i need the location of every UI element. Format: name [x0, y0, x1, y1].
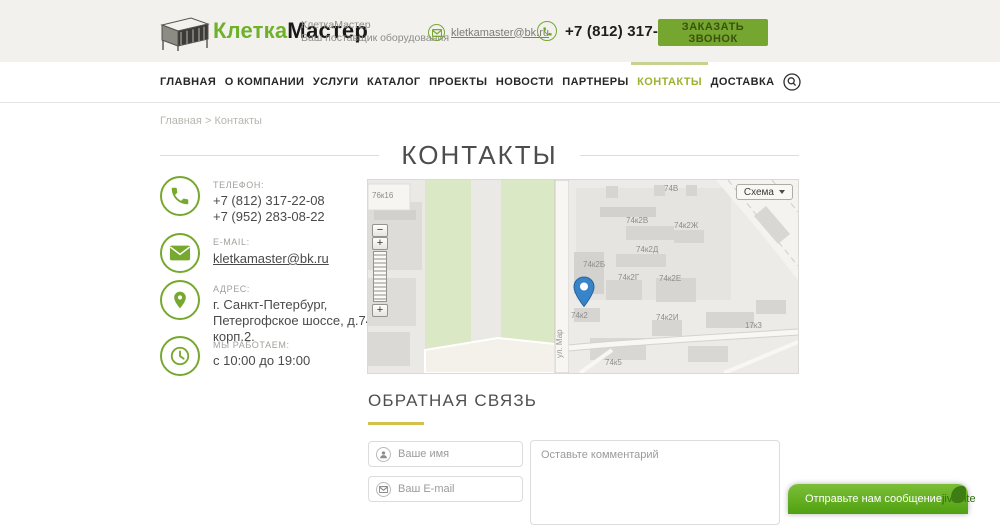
nav-item-services[interactable]: УСЛУГИ	[313, 62, 359, 102]
email-field	[368, 476, 523, 502]
hours-value: с 10:00 до 19:00	[213, 353, 310, 369]
breadcrumb: Главная > Контакты	[160, 115, 262, 127]
name-field	[368, 441, 523, 467]
map-zoom-out-button[interactable]: −	[372, 224, 388, 237]
map-label-74k2g: 74к2Г	[618, 273, 639, 282]
feedback-title: ОБРАТНАЯ СВЯЗЬ	[368, 391, 537, 411]
clock-circle-icon	[160, 336, 200, 376]
map-label-74k2: 74к2	[571, 311, 588, 320]
nav-item-catalog[interactable]: КАТАЛОГ	[367, 62, 421, 102]
comment-textarea[interactable]	[530, 440, 780, 525]
map-pin-icon[interactable]	[573, 276, 595, 308]
email-input[interactable]	[398, 478, 520, 500]
chevron-down-icon	[779, 190, 785, 194]
envelope-icon	[428, 24, 445, 41]
main-nav: ГЛАВНАЯ О КОМПАНИИ УСЛУГИ КАТАЛОГ ПРОЕКТ…	[0, 62, 1000, 103]
map-zoom-in-button-bottom[interactable]: +	[372, 304, 388, 317]
phone-number-2: +7 (952) 283-08-22	[213, 209, 325, 225]
nav-item-partners[interactable]: ПАРТНЕРЫ	[562, 62, 628, 102]
map-label-17k3: 17к3	[745, 321, 762, 330]
chat-widget[interactable]: Отправьте нам сообщение jivosite	[788, 484, 968, 514]
header-tagline: КлеткаМастер Ваш поставщик оборудования	[301, 19, 449, 45]
name-input[interactable]	[398, 443, 520, 465]
contact-item-phone: ТЕЛЕФОН: +7 (812) 317-22-08 +7 (952) 283…	[160, 176, 378, 225]
person-icon	[376, 447, 391, 462]
map-type-button[interactable]: Схема	[736, 184, 793, 200]
map-label-74k2e: 74к2Е	[659, 274, 681, 283]
map-label-74k2i: 74к2И	[656, 313, 679, 322]
nav-item-contacts[interactable]: КОНТАКТЫ	[637, 62, 702, 102]
email-circle-icon	[160, 233, 200, 273]
cage-logo-icon	[157, 11, 211, 51]
map-label-74k2v: 74к2В	[626, 216, 648, 225]
page-title-row: КОНТАКТЫ	[160, 140, 799, 171]
nav-item-delivery[interactable]: ДОСТАВКА	[711, 62, 775, 102]
contact-item-email: E-MAIL: kletkamaster@bk.ru	[160, 233, 378, 273]
map-label-74k5: 74к5	[605, 358, 622, 367]
address-line-1: г. Санкт-Петербург,	[213, 297, 378, 313]
search-button[interactable]	[783, 73, 801, 91]
feedback-title-underline	[368, 422, 424, 425]
map-zoom-in-button-top[interactable]: +	[372, 237, 388, 250]
map-label-76k16: 76к16	[372, 191, 393, 200]
nav-list: ГЛАВНАЯ О КОМПАНИИ УСЛУГИ КАТАЛОГ ПРОЕКТ…	[160, 62, 801, 102]
search-icon	[783, 73, 801, 91]
title-divider-right	[580, 155, 799, 156]
contact-item-hours: МЫ РАБОТАЕМ: с 10:00 до 19:00	[160, 336, 378, 376]
nav-item-news[interactable]: НОВОСТИ	[496, 62, 554, 102]
breadcrumb-current: Контакты	[214, 115, 262, 127]
phone-icon	[537, 21, 557, 41]
contact-email-link[interactable]: kletkamaster@bk.ru	[213, 251, 329, 266]
phone-circle-icon	[160, 176, 200, 216]
nav-item-about[interactable]: О КОМПАНИИ	[225, 62, 305, 102]
site-header: КлеткаМастер КлеткаМастер Ваш поставщик …	[0, 0, 1000, 62]
email-label: E-MAIL:	[213, 237, 329, 247]
callback-button[interactable]: ЗАКАЗАТЬ ЗВОНОК	[658, 19, 768, 46]
map-label-74k2zh: 74к2Ж	[674, 221, 698, 230]
breadcrumb-separator: >	[205, 115, 211, 127]
chat-message: Отправьте нам сообщение	[805, 493, 942, 505]
hours-label: МЫ РАБОТАЕМ:	[213, 340, 310, 350]
map-label-74k2b: 74к2Б	[583, 260, 605, 269]
nav-item-projects[interactable]: ПРОЕКТЫ	[429, 62, 487, 102]
breadcrumb-home[interactable]: Главная	[160, 115, 202, 127]
address-label: АДРЕС:	[213, 284, 378, 294]
map-label-74k2d: 74к2Д	[636, 245, 658, 254]
page-title: КОНТАКТЫ	[401, 140, 557, 171]
nav-item-home[interactable]: ГЛАВНАЯ	[160, 62, 216, 102]
map-street-label: ул. Мар	[555, 329, 564, 358]
location-pin-circle-icon	[160, 280, 200, 320]
phone-number-1: +7 (812) 317-22-08	[213, 193, 325, 209]
map-canvas[interactable]: 76к16 74В 74к2В 74к2Ж 74к2Д 74к2Б 74к2Г …	[368, 180, 798, 373]
map-type-label: Схема	[744, 187, 774, 198]
phone-label: ТЕЛЕФОН:	[213, 180, 325, 190]
envelope-small-icon	[376, 482, 391, 497]
map-zoom-slider[interactable]	[373, 251, 387, 302]
map-label-74v: 74В	[664, 184, 678, 193]
title-divider-left	[160, 155, 379, 156]
